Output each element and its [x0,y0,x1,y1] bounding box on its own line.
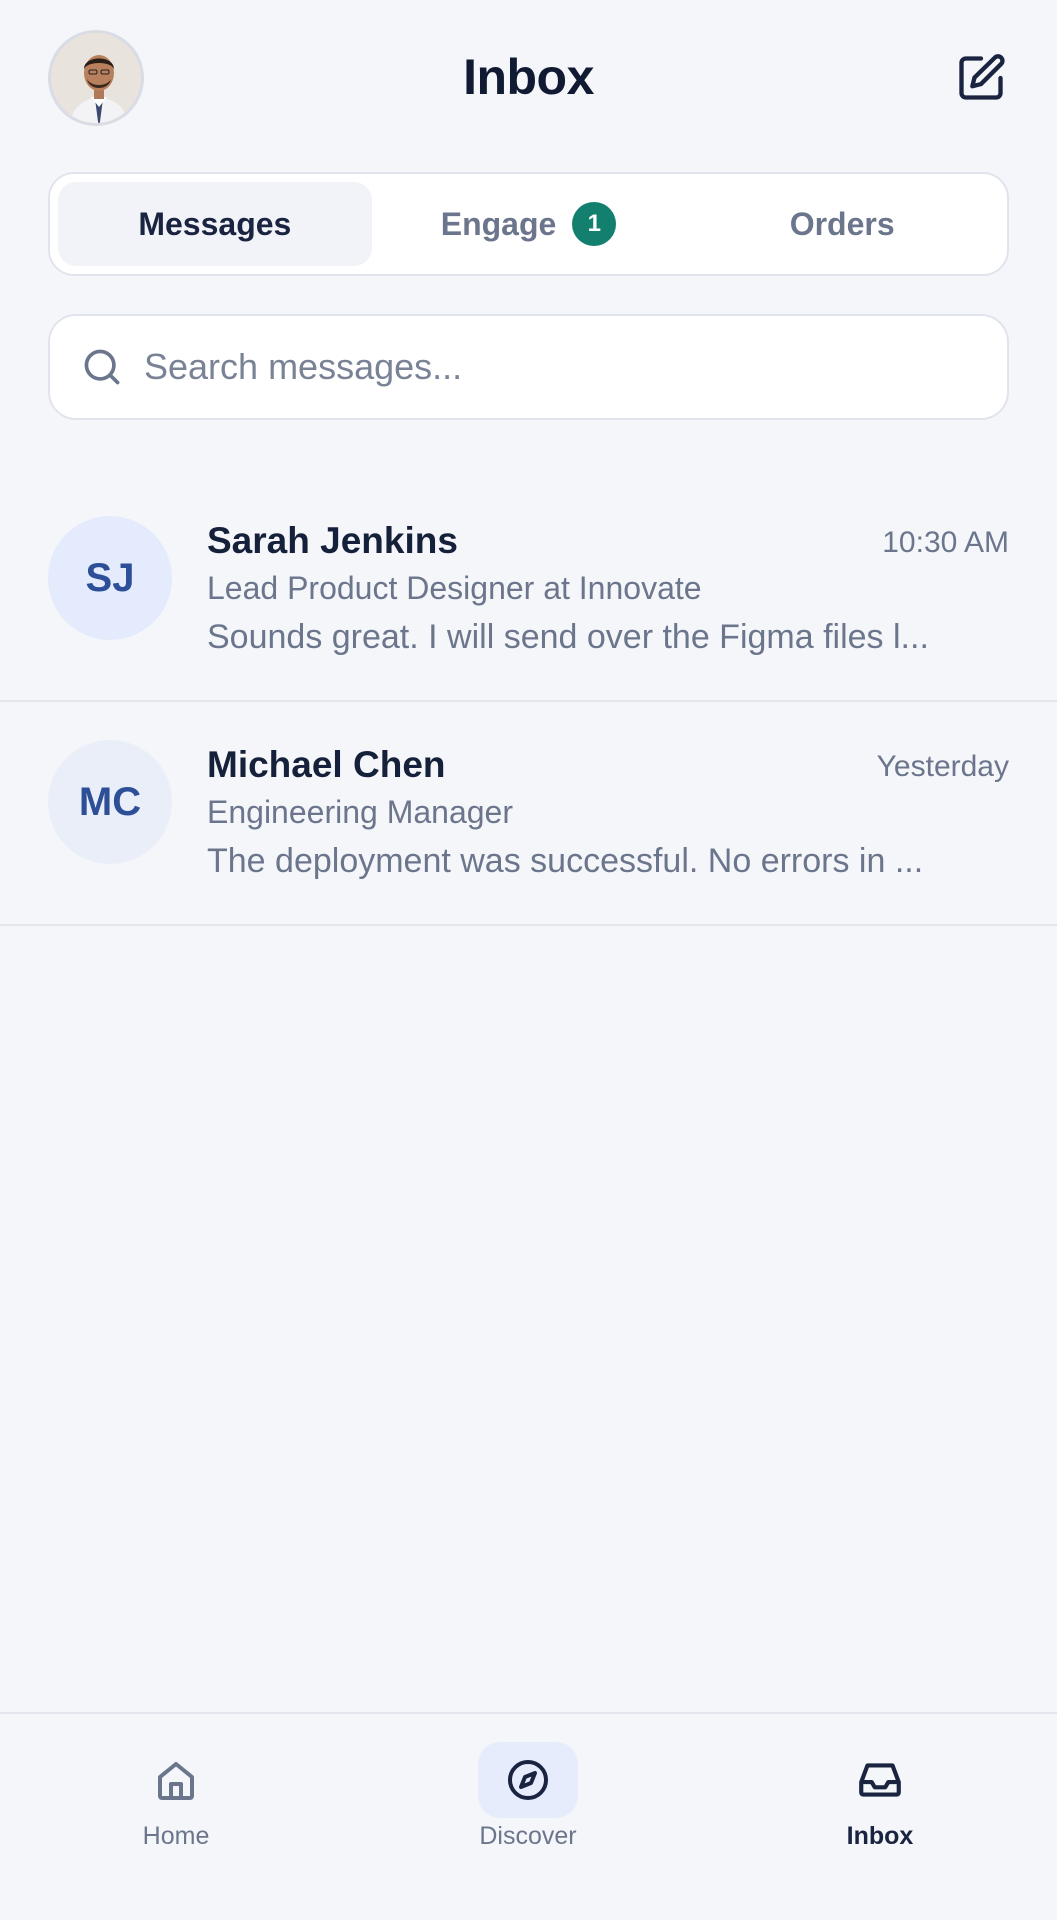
edit-icon [959,54,1005,100]
bottom-nav: Home Discover Inbox [0,1712,1057,1920]
conversation-row[interactable]: SJ Sarah Jenkins 10:30 AM Lead Product D… [0,478,1057,702]
nav-label: Inbox [846,1822,914,1850]
search-bar [48,314,1009,420]
compose-button[interactable] [955,52,1007,104]
tab-engage[interactable]: Engage 1 [372,182,686,266]
nav-discover[interactable]: Discover [428,1742,628,1882]
inbox-screen: Inbox Messages Engage 1 Orders SJ [0,0,1057,1920]
nav-icon-container [478,1742,578,1818]
nav-icon-container [126,1742,226,1818]
avatar: SJ [48,516,172,640]
contact-role: Lead Product Designer at Innovate [207,570,702,606]
tab-label: Orders [789,205,895,242]
contact-name: Michael Chen [207,744,446,785]
segmented-tabs: Messages Engage 1 Orders [48,172,1009,276]
tab-label: Engage [440,205,557,242]
notification-badge: 1 [572,202,617,246]
nav-label: Home [142,1822,210,1850]
message-preview: Sounds great. I will send over the Figma… [207,618,929,656]
nav-inbox[interactable]: Inbox [780,1742,980,1882]
search-icon [84,349,120,385]
inbox-icon [859,1763,901,1797]
message-time: Yesterday [876,750,1009,783]
tab-messages[interactable]: Messages [58,182,372,266]
tab-label: Messages [138,205,292,242]
contact-name: Sarah Jenkins [207,520,458,561]
contact-role: Engineering Manager [207,794,513,830]
message-time: 10:30 AM [882,526,1009,559]
nav-icon-container [830,1742,930,1818]
nav-home[interactable]: Home [76,1742,276,1882]
tab-orders[interactable]: Orders [685,182,999,266]
header: Inbox [0,0,1057,150]
home-icon [158,1762,194,1800]
conversation-list: SJ Sarah Jenkins 10:30 AM Lead Product D… [0,478,1057,926]
nav-label: Discover [479,1822,577,1850]
message-preview: The deployment was successful. No errors… [207,842,924,880]
compass-icon [508,1760,548,1800]
conversation-row[interactable]: MC Michael Chen Yesterday Engineering Ma… [0,702,1057,926]
avatar: MC [48,740,172,864]
search-input[interactable] [144,346,964,388]
page-title: Inbox [463,49,594,105]
